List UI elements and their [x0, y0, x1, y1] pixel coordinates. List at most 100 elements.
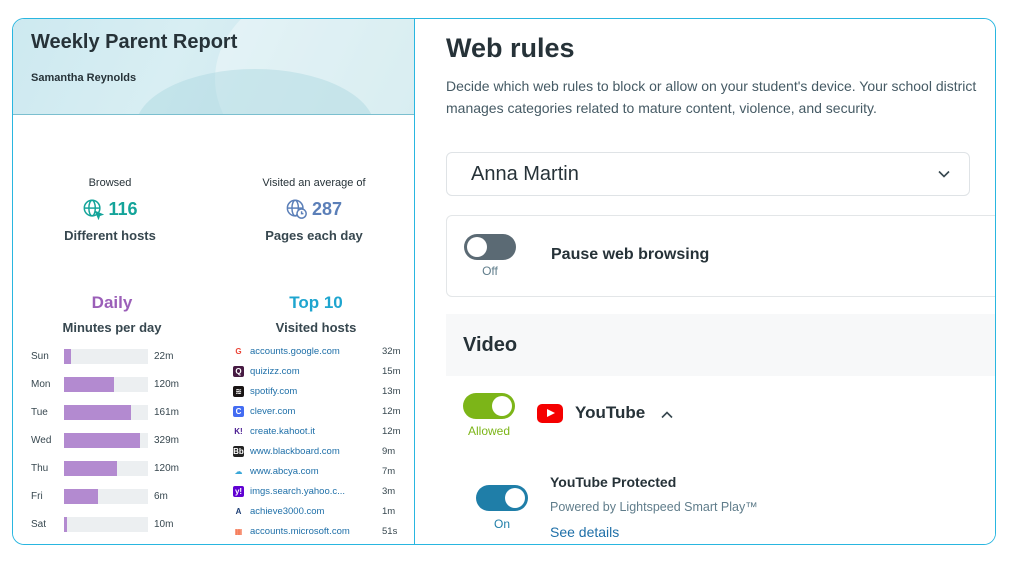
day-row: Wed 329m — [31, 432, 179, 448]
day-row: Sat 10m — [31, 516, 173, 532]
day-row: Fri 6m — [31, 488, 168, 504]
day-minutes: 22m — [154, 350, 174, 362]
see-details-link[interactable]: See details — [550, 524, 619, 540]
blackboard-icon: Bb — [233, 445, 244, 457]
youtube-protected-toggle[interactable] — [476, 485, 528, 511]
video-section: Video Allowed YouTube On YouTube Protect… — [446, 314, 995, 544]
kahoot-icon: K! — [233, 425, 244, 437]
host-time: 7m — [382, 465, 396, 477]
host-row: ≋ spotify.com 13m — [233, 384, 400, 398]
quizizz-icon: Q — [233, 365, 244, 377]
selected-student: Anna Martin — [471, 162, 579, 185]
host-time: 3m — [382, 485, 396, 497]
top-hosts-title: Top 10 — [289, 293, 343, 312]
browsed-caption: Browsed — [88, 177, 132, 189]
achieve3000-icon: A — [233, 505, 244, 517]
day-label: Thu — [31, 462, 49, 474]
clever-icon: C — [233, 405, 244, 417]
minutes-bar — [64, 404, 148, 420]
daily-subtitle: Minutes per day — [62, 320, 162, 335]
host-link[interactable]: imgs.search.yahoo.c... — [250, 486, 372, 497]
minutes-bar-fill — [64, 516, 68, 532]
day-label: Mon — [31, 378, 51, 390]
host-row: Qquizizz.com 15m — [233, 364, 400, 378]
day-minutes: 6m — [154, 490, 168, 502]
day-label: Tue — [31, 406, 48, 418]
host-time: 12m — [382, 405, 401, 417]
youtube-protected-subtitle: Powered by Lightspeed Smart Play™ — [550, 500, 758, 514]
minutes-bar — [64, 460, 148, 476]
host-link[interactable]: quizizz.com — [250, 366, 372, 377]
host-row: K! create.kahoot.it 12m — [233, 424, 400, 438]
youtube-icon — [537, 404, 563, 423]
visited-label: Pages each day — [265, 228, 363, 243]
browsed-label: Different hosts — [64, 228, 156, 243]
host-link[interactable]: create.kahoot.it — [250, 426, 372, 437]
weekly-report-panel: Weekly Parent Report Samantha Reynolds B… — [13, 19, 415, 544]
host-link[interactable]: accounts.microsoft.com — [250, 526, 372, 537]
day-minutes: 10m — [154, 518, 174, 530]
minutes-bar-fill — [64, 460, 117, 476]
visited-value: 287 — [311, 198, 343, 219]
host-time: 12m — [382, 425, 401, 437]
host-row: y! imgs.search.yahoo.c... 3m — [233, 484, 395, 498]
google-icon: G — [233, 345, 244, 357]
chevron-up-icon[interactable] — [660, 408, 674, 422]
minutes-bar-fill — [64, 488, 98, 504]
daily-title: Daily — [91, 293, 133, 312]
minutes-bar-fill — [64, 404, 132, 420]
pause-web-browsing-toggle[interactable] — [464, 234, 516, 260]
minutes-bar-fill — [64, 348, 71, 364]
day-row: Thu 120m — [31, 460, 179, 476]
video-heading: Video — [463, 334, 518, 356]
host-row: Aachieve3000.com 1m — [233, 504, 395, 518]
host-link[interactable]: clever.com — [250, 406, 372, 417]
host-row: Bb www.blackboard.com 9m — [233, 444, 395, 458]
spotify-icon: ≋ — [233, 385, 244, 397]
pause-web-browsing-card: Off Pause web browsing — [446, 215, 995, 297]
youtube-toggle-state: Allowed — [467, 424, 511, 438]
day-minutes: 329m — [154, 434, 180, 446]
day-row: Sun 22m — [31, 348, 173, 364]
pause-toggle-state: Off — [482, 264, 498, 278]
host-time: 32m — [382, 345, 401, 357]
host-time: 9m — [382, 445, 396, 457]
host-link[interactable]: spotify.com — [250, 386, 372, 397]
host-link[interactable]: www.abcya.com — [250, 466, 372, 477]
web-rules-panel: Web rules Decide which web rules to bloc… — [416, 19, 995, 544]
page-description: Decide which web rules to block or allow… — [446, 78, 977, 116]
visited-stat: Visited an average of 287 Pages each day — [219, 177, 409, 243]
day-label: Wed — [31, 434, 52, 446]
top-hosts-subtitle: Visited hosts — [275, 320, 357, 335]
minutes-bar-fill — [64, 376, 115, 392]
chevron-down-icon — [938, 170, 950, 178]
minutes-bar — [64, 488, 148, 504]
day-minutes: 120m — [154, 378, 180, 390]
host-link[interactable]: www.blackboard.com — [250, 446, 372, 457]
youtube-toggle[interactable] — [463, 393, 515, 419]
youtube-label: YouTube — [575, 403, 646, 422]
minutes-bar — [64, 432, 148, 448]
student-select[interactable]: Anna Martin — [446, 152, 970, 196]
browsed-stat: Browsed 116 Different hosts — [15, 177, 205, 243]
day-row: Mon 120m — [31, 376, 179, 392]
host-link[interactable]: achieve3000.com — [250, 506, 372, 517]
minutes-bar — [64, 348, 148, 364]
pause-web-browsing-label: Pause web browsing — [551, 246, 710, 263]
minutes-bar — [64, 516, 148, 532]
microsoft-icon: ▦ — [233, 525, 244, 537]
host-row: ▦ accounts.microsoft.com 51s — [233, 524, 397, 538]
screenshot-frame: Weekly Parent Report Samantha Reynolds B… — [12, 18, 996, 545]
youtube-protected-state: On — [493, 517, 510, 531]
report-header: Weekly Parent Report Samantha Reynolds — [13, 19, 414, 115]
yahoo-icon: y! — [233, 485, 244, 497]
host-link[interactable]: accounts.google.com — [250, 346, 372, 357]
minutes-bar — [64, 376, 148, 392]
day-minutes: 161m — [154, 406, 180, 418]
youtube-protected-title: YouTube Protected — [550, 474, 677, 490]
day-label: Fri — [31, 490, 43, 502]
host-row: ☁ www.abcya.com 7m — [233, 464, 395, 478]
host-row: Gaccounts.google.com 32m — [233, 344, 400, 358]
page-title: Web rules — [446, 33, 575, 63]
abcya-icon: ☁ — [233, 465, 244, 477]
